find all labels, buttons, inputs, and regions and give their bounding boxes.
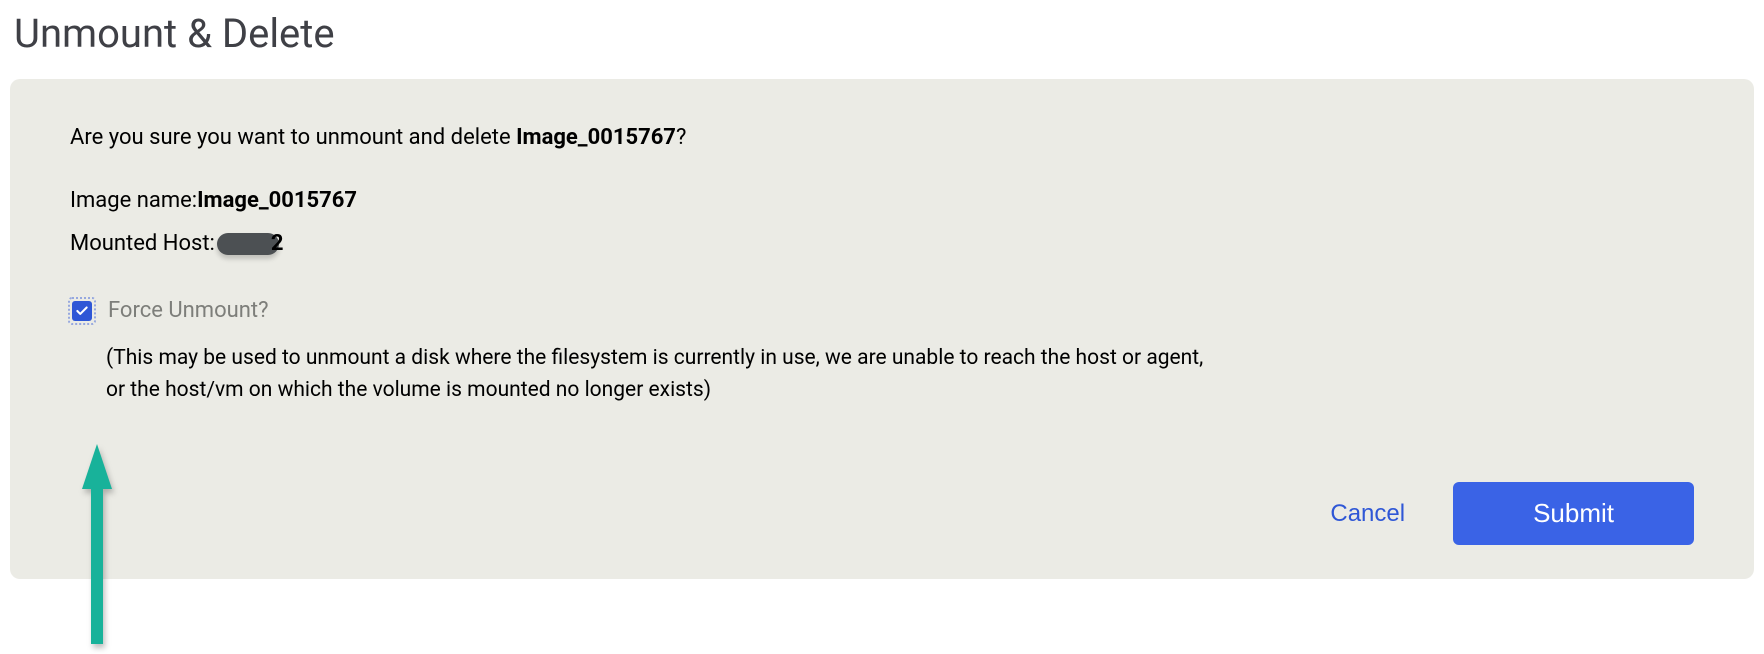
image-name-value: Image_0015767 [197, 188, 357, 213]
checkmark-icon [72, 301, 92, 321]
cancel-button[interactable]: Cancel [1330, 500, 1405, 528]
mounted-host-redacted [217, 233, 279, 255]
force-unmount-checkbox[interactable] [70, 299, 94, 323]
mounted-host-field: Mounted Host: 2 [70, 231, 1694, 256]
confirm-prefix: Are you sure you want to unmount and del… [70, 125, 516, 150]
confirm-image-name: Image_0015767 [516, 125, 676, 150]
confirm-message: Are you sure you want to unmount and del… [70, 125, 1694, 150]
image-name-field: Image name: Image_0015767 [70, 188, 1694, 213]
annotation-arrow-icon [72, 434, 122, 654]
submit-button[interactable]: Submit [1453, 482, 1694, 545]
unmount-delete-dialog: Are you sure you want to unmount and del… [10, 79, 1754, 579]
force-unmount-label: Force Unmount? [108, 298, 269, 323]
mounted-host-label: Mounted Host: [70, 231, 215, 256]
confirm-suffix: ? [676, 125, 686, 150]
page-title: Unmount & Delete [14, 10, 1754, 57]
image-name-label: Image name: [70, 188, 197, 213]
mounted-host-suffix: 2 [271, 231, 284, 256]
dialog-buttons: Cancel Submit [1330, 482, 1694, 545]
force-unmount-help: (This may be used to unmount a disk wher… [106, 343, 1206, 406]
force-unmount-row: Force Unmount? [70, 298, 1694, 323]
